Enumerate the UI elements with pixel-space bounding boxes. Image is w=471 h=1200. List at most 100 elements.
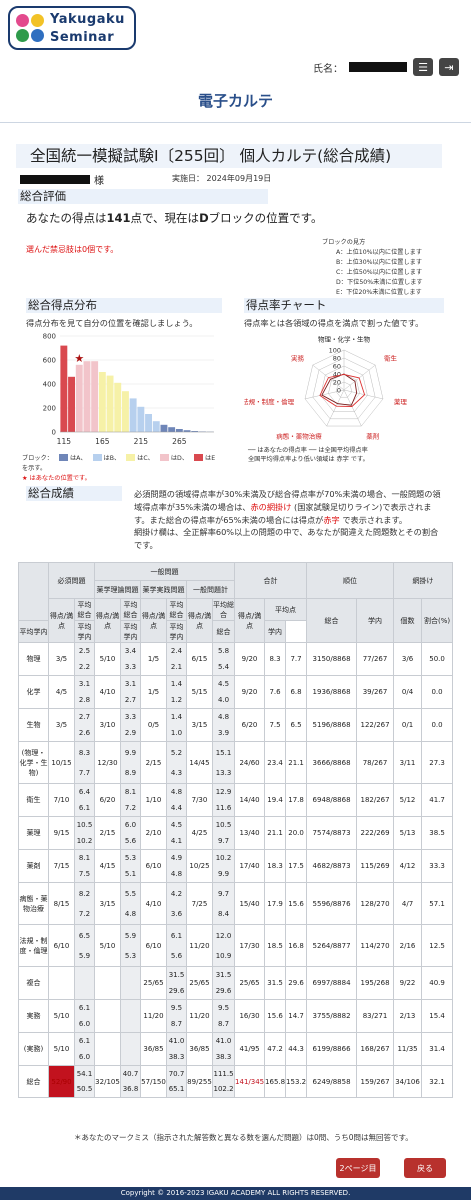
table-cell-r: 12.5	[421, 924, 454, 967]
table-cell-req: 6/10	[48, 924, 75, 967]
avg-school-value: 1.0	[170, 728, 183, 737]
table-cell-req: 7/10	[48, 783, 75, 817]
avg-total-value: 3.1	[124, 680, 137, 689]
y-tick-label: 200	[43, 405, 56, 413]
avg-total-value: 31.5	[168, 971, 185, 980]
table-cell-avg_t: 7.6	[264, 675, 287, 709]
table-cell-avg-pair: 5.5 4.8	[120, 882, 141, 925]
avg-school-value: 2.2	[78, 662, 91, 671]
table-cell-th: 5/10	[94, 924, 121, 967]
table-cell-gt: 6/15	[186, 642, 213, 676]
back-button[interactable]: 戻る	[404, 1158, 446, 1178]
footer-copyright: Copyright © 2016-2023 IGAKU ACADEMY ALL …	[0, 1187, 471, 1200]
table-cell-r: 32.1	[421, 1065, 454, 1098]
table-cell-avg_t: 19.4	[264, 783, 287, 817]
avg-total-value: 4.5	[170, 821, 183, 830]
table-cell-avg-pair: 4.8 4.4	[166, 783, 187, 817]
table-cell-tot: 9/20	[234, 642, 266, 676]
table-cell-avg-pair: 6.1 6.0	[74, 999, 95, 1033]
table-cell-n: 3/6	[393, 642, 423, 676]
page2-button[interactable]: 2ページ目	[336, 1158, 380, 1178]
table-cell-avg-pair: 8.1 7.2	[120, 783, 141, 817]
avg-school-value: 50.5	[76, 1085, 93, 1093]
table-cell-avg-pair: 6.0 5.6	[120, 816, 141, 850]
table-row: 法規・制度・倫理 6/10 6.5 5.9 5/10 5.9 5.3 6/10 6.1 5.6 11…	[18, 924, 454, 967]
table-cell-req: 9/15	[48, 816, 75, 850]
col-score: 得点/満点	[234, 598, 266, 643]
table-cell-req: 5/10	[48, 999, 75, 1033]
avg-school-value: 2.6	[78, 728, 91, 737]
avg-school-value: 7.7	[78, 768, 91, 777]
x-tick-label: 115	[57, 437, 72, 446]
list-icon[interactable]: ☰	[413, 58, 433, 76]
avg-total-value: 9.5	[170, 1004, 183, 1013]
table-cell-th	[94, 999, 121, 1033]
table-cell-subject: (物理・化学・生物)	[18, 741, 49, 784]
avg-school-value: 13.3	[215, 768, 232, 777]
histogram-bar	[106, 375, 114, 432]
avg-total-value: 4.8	[217, 713, 230, 722]
table-cell-th: 6/20	[94, 783, 121, 817]
histogram-bar	[60, 345, 68, 432]
radar-tick-label: 60	[333, 363, 341, 371]
histogram-bar	[114, 382, 122, 432]
table-cell-avg_s: 44.3	[285, 1032, 308, 1066]
avg-total-value: 8.1	[124, 788, 137, 797]
radar-axis-label: 実務	[291, 354, 305, 363]
table-cell-avg-pair	[120, 999, 141, 1033]
table-cell-avg-pair: 15.1 13.3	[211, 741, 236, 784]
col-avg-school: 平均学内	[120, 620, 141, 643]
avg-total-value: 5.9	[124, 931, 137, 940]
col-avg-total: 平均総合	[166, 598, 187, 621]
examinee-name: 様	[20, 172, 104, 187]
table-cell-avg_t: 23.4	[264, 741, 287, 784]
avg-total-value: 8.3	[78, 748, 91, 757]
table-cell-gt: 3/15	[186, 708, 213, 742]
avg-school-value: 2.9	[124, 728, 137, 737]
table-row: 病態・薬物治療 8/15 8.2 7.2 3/15 5.5 4.8 4/10 4.2 3.6 7/2…	[18, 882, 454, 925]
table-cell-th: 3/15	[94, 882, 121, 925]
table-cell-gt: 4/25	[186, 816, 213, 850]
table-cell-avg_t: 7.5	[264, 708, 287, 742]
table-cell-th	[94, 966, 121, 1000]
col-practice: 薬学実践問題	[140, 580, 187, 599]
avg-school-value: 6.1	[78, 803, 91, 812]
table-cell-pr: 4/10	[140, 882, 167, 925]
col-rank: 順位	[306, 562, 395, 599]
avg-total-value: 8.1	[78, 854, 91, 863]
logout-icon[interactable]: ⇥	[439, 58, 459, 76]
table-cell-n: 2/16	[393, 924, 423, 967]
table-cell-n: 34/106	[393, 1065, 423, 1098]
table-cell-tot: 141/345	[234, 1065, 266, 1098]
histogram-bar	[68, 376, 75, 432]
user-bar: 氏名： ☰ ⇥	[313, 58, 459, 76]
table-cell-tot: 9/20	[234, 675, 266, 709]
table-cell-subject: 法規・制度・倫理	[18, 924, 49, 967]
histogram-bar	[152, 421, 160, 432]
table-cell-n: 4/7	[393, 882, 423, 925]
col-avg-school: 平均学内	[18, 620, 49, 643]
page-title: 電子カルテ	[197, 92, 273, 110]
table-cell-avg_s: 20.0	[285, 816, 308, 850]
table-cell-r: 0.0	[421, 675, 454, 709]
table-cell-n: 4/12	[393, 849, 423, 883]
table-cell-gt: 25/65	[186, 966, 213, 1000]
col-theory: 薬学理論問題	[94, 580, 141, 599]
avg-school-value: 6.0	[78, 1052, 91, 1061]
avg-school-value: 11.6	[215, 803, 232, 812]
table-cell-avg-pair	[120, 1032, 141, 1066]
table-cell-gt: 5/15	[186, 675, 213, 709]
table-cell-tot: 6/20	[234, 708, 266, 742]
histogram-bar	[98, 372, 106, 432]
table-cell-avg_t: 165.8	[264, 1065, 287, 1098]
avg-total-value: 41.0	[215, 1037, 232, 1046]
radar-tick-label: 20	[333, 379, 341, 387]
table-cell-subject: 物理	[18, 642, 49, 676]
yakugaku-logo[interactable]: Yakugaku Seminar	[8, 6, 136, 50]
avg-total-value: 3.4	[124, 647, 137, 656]
table-cell-avg-pair: 70.7 65.1	[166, 1065, 187, 1098]
col-avg-total: 平均総合	[74, 598, 95, 621]
results-table: 必須問題 一般問題 合計 順位 網掛け 薬学理論問題 薬学実践問題 一般問題計 …	[18, 562, 454, 1098]
mark-miss-note: ＊あなたのマークミス（指示された解答数と異なる数を選んだ問題）は0問、うち0問は…	[74, 1133, 413, 1142]
avg-school-value: 38.3	[168, 1052, 185, 1061]
